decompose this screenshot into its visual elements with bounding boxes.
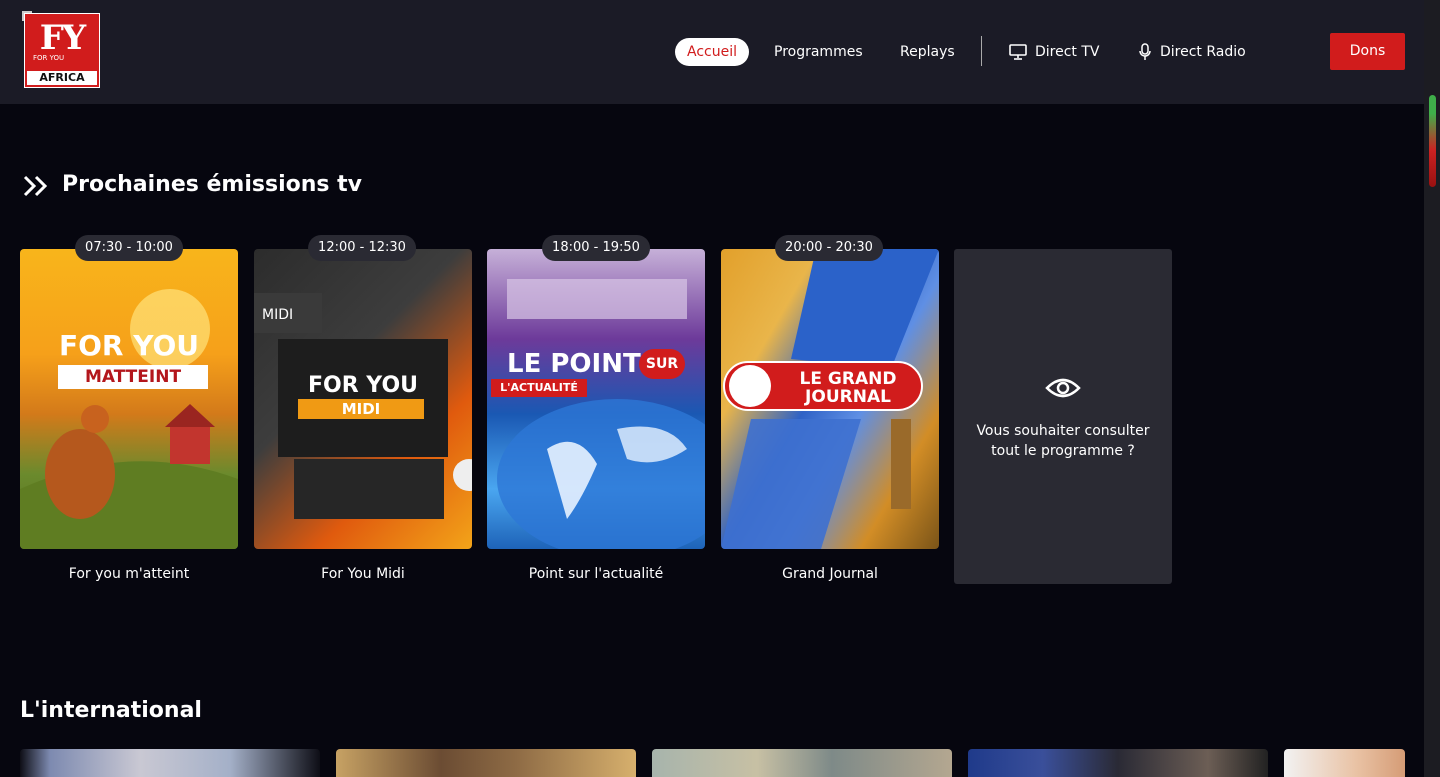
card-art-badge: SUR <box>639 349 685 379</box>
international-thumbnail[interactable] <box>20 749 320 777</box>
tv-icon <box>1009 44 1027 60</box>
card-art-line2: L'ACTUALITÉ <box>491 379 587 397</box>
show-card-for-you-midi[interactable]: MIDI FOR YOU MIDI <box>254 249 472 549</box>
double-chevron-right-icon <box>23 175 48 197</box>
card-art-tag: MIDI <box>262 307 294 323</box>
show-time-badge: 20:00 - 20:30 <box>775 235 883 261</box>
eye-icon <box>1045 378 1081 398</box>
international-thumbnail[interactable] <box>968 749 1268 777</box>
show-time-badge: 18:00 - 19:50 <box>542 235 650 261</box>
card-art-line2: MATTEINT <box>58 365 208 389</box>
nav-direct-radio-label: Direct Radio <box>1160 44 1246 60</box>
international-thumbnail[interactable] <box>652 749 952 777</box>
nav-direct-tv-label: Direct TV <box>1035 44 1100 60</box>
site-logo[interactable]: FY FOR YOU AFRICA <box>24 13 100 88</box>
nav-direct-tv[interactable]: Direct TV <box>1009 38 1100 66</box>
nav-divider <box>981 36 982 66</box>
show-title[interactable]: For You Midi <box>254 566 472 582</box>
international-section-title: L'international <box>20 698 202 723</box>
show-time-badge: 12:00 - 12:30 <box>308 235 416 261</box>
microphone-icon <box>1139 43 1151 60</box>
show-time-badge: 07:30 - 10:00 <box>75 235 183 261</box>
card-art-line1: LE POINT <box>507 349 641 379</box>
show-card-point-actualite[interactable]: LE POINT SUR L'ACTUALITÉ <box>487 249 705 549</box>
logo-fy-text: FY <box>39 18 86 58</box>
nav-replays[interactable]: Replays <box>900 38 955 66</box>
nav-accueil[interactable]: Accueil <box>675 38 749 66</box>
full-program-text: Vous souhaiter consulter tout le program… <box>976 423 1150 459</box>
international-thumbnail[interactable] <box>1284 749 1405 777</box>
card-art-line2: MIDI <box>298 399 424 419</box>
fy-badge-icon <box>729 365 771 407</box>
show-title[interactable]: Grand Journal <box>721 566 939 582</box>
show-title[interactable]: For you m'atteint <box>20 566 238 582</box>
card-artwork <box>20 289 238 549</box>
scrollbar-thumb[interactable] <box>1429 95 1436 187</box>
international-thumbnail[interactable] <box>336 749 636 777</box>
upcoming-section-title: Prochaines émissions tv <box>62 172 363 197</box>
nav-programmes[interactable]: Programmes <box>774 38 863 66</box>
logo-africa-text: AFRICA <box>27 71 97 85</box>
nav-direct-radio[interactable]: Direct Radio <box>1138 38 1246 66</box>
show-card-for-you-matteint[interactable]: FOR YOU MATTEINT <box>20 249 238 549</box>
show-title[interactable]: Point sur l'actualité <box>487 566 705 582</box>
card-art-line1: FOR YOU <box>58 329 200 362</box>
show-card-grand-journal[interactable]: LE GRAND JOURNAL <box>721 249 939 549</box>
card-art-line1: FOR YOU <box>307 373 419 398</box>
logo-sub-text: FOR YOU <box>33 54 65 62</box>
donate-button[interactable]: Dons <box>1330 33 1405 70</box>
full-program-card[interactable]: Vous souhaiter consulter tout le program… <box>954 249 1172 584</box>
site-header: FY FOR YOU AFRICA Accueil Programmes Rep… <box>0 0 1424 104</box>
card-artwork <box>497 279 705 549</box>
card-art-line1: LE GRAND <box>799 369 897 389</box>
card-art-line2: JOURNAL <box>805 387 891 407</box>
